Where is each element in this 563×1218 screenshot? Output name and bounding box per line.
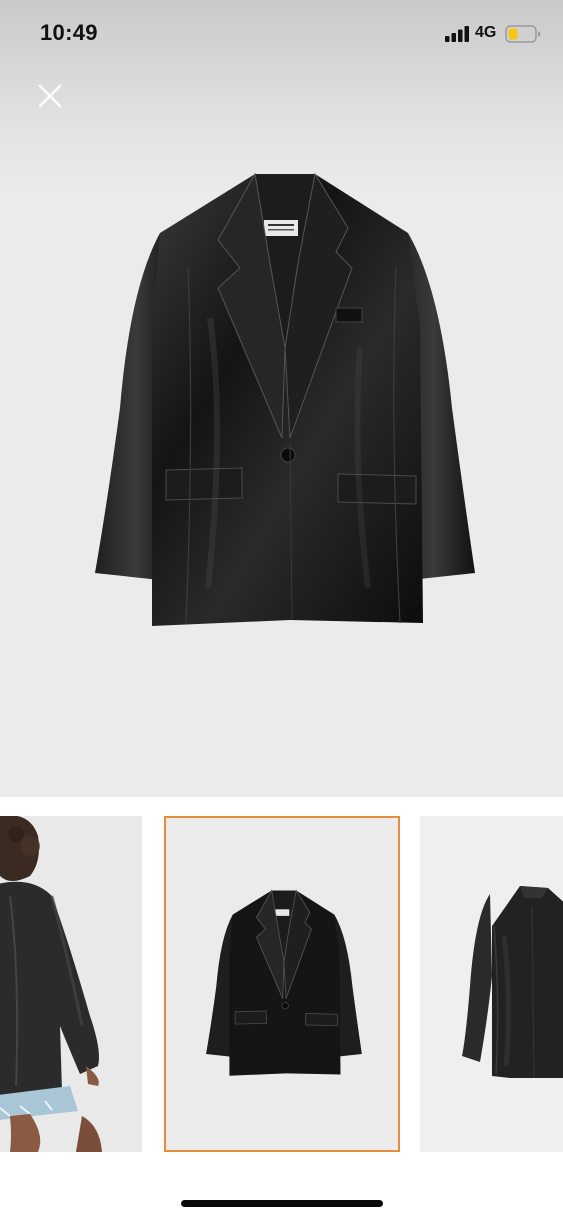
product-main-photo[interactable] [90,168,480,633]
blazer-back-image [462,886,563,1079]
thumbnail-strip [0,816,563,1152]
close-icon [38,84,62,108]
blazer-front-image [206,889,362,1076]
status-bar: 10:49 4G [0,0,563,68]
home-indicator[interactable] [181,1200,383,1207]
battery-icon [505,25,541,43]
network-type: 4G [475,24,497,41]
thumbnail-2-selected[interactable] [164,816,400,1152]
cellular-signal-icon [445,26,469,42]
image-viewer: 10:49 4G [0,0,563,797]
thumbnail-1[interactable] [0,816,142,1152]
close-button[interactable] [30,76,70,116]
status-time: 10:49 [40,20,98,45]
model-back-view-image [0,816,102,1152]
thumbnail-3[interactable] [420,816,563,1152]
